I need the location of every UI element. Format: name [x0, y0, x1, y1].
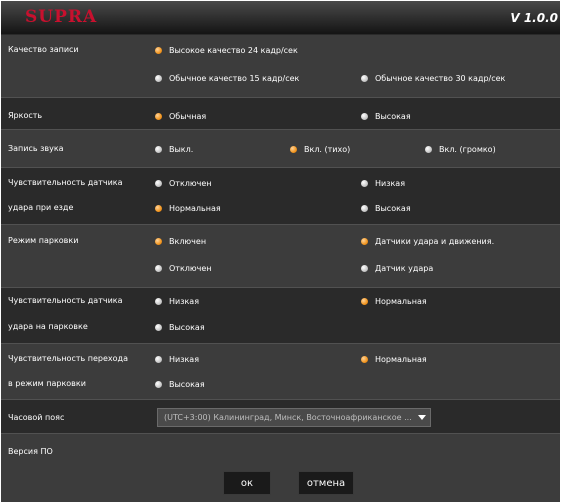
- option-label: Нормальная: [375, 296, 427, 306]
- parking-transition-label-line1: Чувствительность перехода: [8, 354, 128, 363]
- cancel-button[interactable]: отмена: [298, 471, 354, 495]
- radio-unselected-icon: [155, 380, 162, 388]
- section-parking-transition: [1, 344, 560, 399]
- radio-unselected-icon: [361, 179, 368, 187]
- parking-shock-option-high[interactable]: Высокая: [155, 321, 205, 333]
- parking-mode-option-off[interactable]: Отключен: [155, 262, 212, 274]
- option-label: Обычная: [169, 111, 207, 121]
- divider: [1, 97, 560, 98]
- divider: [1, 287, 560, 288]
- parking-shock-option-normal[interactable]: Нормальная: [361, 295, 427, 307]
- radio-selected-icon: [290, 145, 297, 153]
- option-label: Отключен: [169, 178, 212, 188]
- record-quality-option-high24[interactable]: Высокое качество 24 кадр/сек: [155, 44, 298, 56]
- radio-unselected-icon: [361, 74, 368, 82]
- radio-unselected-icon: [155, 323, 162, 331]
- supra-logo: SUPRA: [25, 7, 98, 27]
- ok-button[interactable]: ок: [223, 471, 271, 495]
- option-label: Вкл. (тихо): [304, 144, 351, 154]
- option-label: Высокая: [375, 111, 411, 121]
- parking-mode-option-shock-motion[interactable]: Датчики удара и движения.: [361, 235, 494, 247]
- parking-mode-option-shock[interactable]: Датчик удара: [361, 262, 433, 274]
- parking-shock-option-low[interactable]: Низкая: [155, 295, 199, 307]
- driving-shock-label-line1: Чувствительность датчика: [8, 178, 123, 187]
- driving-shock-option-normal[interactable]: Нормальная: [155, 202, 221, 214]
- radio-unselected-icon: [361, 264, 368, 272]
- radio-selected-icon: [155, 237, 162, 245]
- radio-selected-icon: [155, 204, 162, 212]
- driving-shock-option-low[interactable]: Низкая: [361, 177, 405, 189]
- chevron-down-icon: [418, 415, 426, 420]
- option-label: Низкая: [375, 178, 406, 188]
- record-quality-option-normal15[interactable]: Обычное качество 15 кадр/сек: [155, 72, 299, 84]
- option-label: Высокое качество 24 кадр/сек: [169, 45, 298, 55]
- section-firmware: [1, 434, 560, 502]
- option-label: Включен: [169, 236, 207, 246]
- driving-shock-label-line2: удара при езде: [8, 203, 74, 212]
- option-label: Отключен: [169, 263, 212, 273]
- option-label: Вкл. (громко): [439, 144, 496, 154]
- radio-unselected-icon: [425, 145, 432, 153]
- radio-selected-icon: [361, 237, 368, 245]
- timezone-label: Часовой пояс: [8, 413, 65, 422]
- radio-unselected-icon: [361, 204, 368, 212]
- option-label: Обычное качество 30 кадр/сек: [375, 73, 506, 83]
- brightness-option-normal[interactable]: Обычная: [155, 110, 206, 122]
- radio-unselected-icon: [155, 297, 162, 305]
- option-label: Нормальная: [169, 203, 221, 213]
- divider: [1, 399, 560, 400]
- sound-option-loud[interactable]: Вкл. (громко): [425, 143, 496, 155]
- option-label: Низкая: [169, 296, 200, 306]
- option-label: Высокая: [169, 379, 205, 389]
- parking-transition-label-line2: в режим парковки: [8, 379, 86, 388]
- option-label: Датчик удара: [375, 263, 434, 273]
- parking-mode-label: Режим парковки: [8, 236, 79, 245]
- option-label: Нормальная: [375, 354, 427, 364]
- radio-selected-icon: [155, 46, 162, 54]
- option-label: Высокая: [375, 203, 411, 213]
- radio-unselected-icon: [361, 112, 368, 120]
- settings-window: SUPRA V 1.0.0 Качество записи Высокое ка…: [1, 1, 560, 502]
- radio-selected-icon: [361, 355, 368, 363]
- record-quality-label: Качество записи: [8, 45, 79, 54]
- radio-selected-icon: [361, 297, 368, 305]
- driving-shock-option-high[interactable]: Высокая: [361, 202, 411, 214]
- radio-unselected-icon: [155, 145, 162, 153]
- radio-unselected-icon: [155, 74, 162, 82]
- radio-unselected-icon: [155, 355, 162, 363]
- firmware-label: Версия ПО: [8, 447, 53, 456]
- option-label: Выкл.: [169, 144, 194, 154]
- brightness-option-high[interactable]: Высокая: [361, 110, 411, 122]
- parking-transition-option-normal[interactable]: Нормальная: [361, 353, 427, 365]
- option-label: Обычное качество 15 кадр/сек: [169, 73, 300, 83]
- sound-option-off[interactable]: Выкл.: [155, 143, 193, 155]
- radio-unselected-icon: [155, 179, 162, 187]
- radio-unselected-icon: [155, 264, 162, 272]
- sound-option-quiet[interactable]: Вкл. (тихо): [290, 143, 350, 155]
- timezone-select[interactable]: (UTC+3:00) Калининград, Минск, Восточноа…: [157, 408, 431, 427]
- divider: [1, 167, 560, 168]
- option-label: Высокая: [169, 322, 205, 332]
- option-label: Низкая: [169, 354, 200, 364]
- parking-shock-label-line2: удара на парковке: [8, 322, 88, 331]
- version-label: V 1.0.0: [510, 11, 558, 25]
- brightness-label: Яркость: [8, 111, 43, 120]
- parking-mode-option-on[interactable]: Включен: [155, 235, 206, 247]
- record-quality-option-normal30[interactable]: Обычное качество 30 кадр/сек: [361, 72, 505, 84]
- radio-selected-icon: [155, 112, 162, 120]
- parking-transition-option-high[interactable]: Высокая: [155, 378, 205, 390]
- sound-label: Запись звука: [8, 144, 64, 153]
- parking-shock-label-line1: Чувствительность датчика: [8, 296, 123, 305]
- timezone-value: (UTC+3:00) Калининград, Минск, Восточноа…: [164, 413, 412, 422]
- option-label: Датчики удара и движения.: [375, 236, 495, 246]
- title-bar: SUPRA V 1.0.0: [1, 1, 560, 34]
- driving-shock-option-off[interactable]: Отключен: [155, 177, 212, 189]
- parking-transition-option-low[interactable]: Низкая: [155, 353, 199, 365]
